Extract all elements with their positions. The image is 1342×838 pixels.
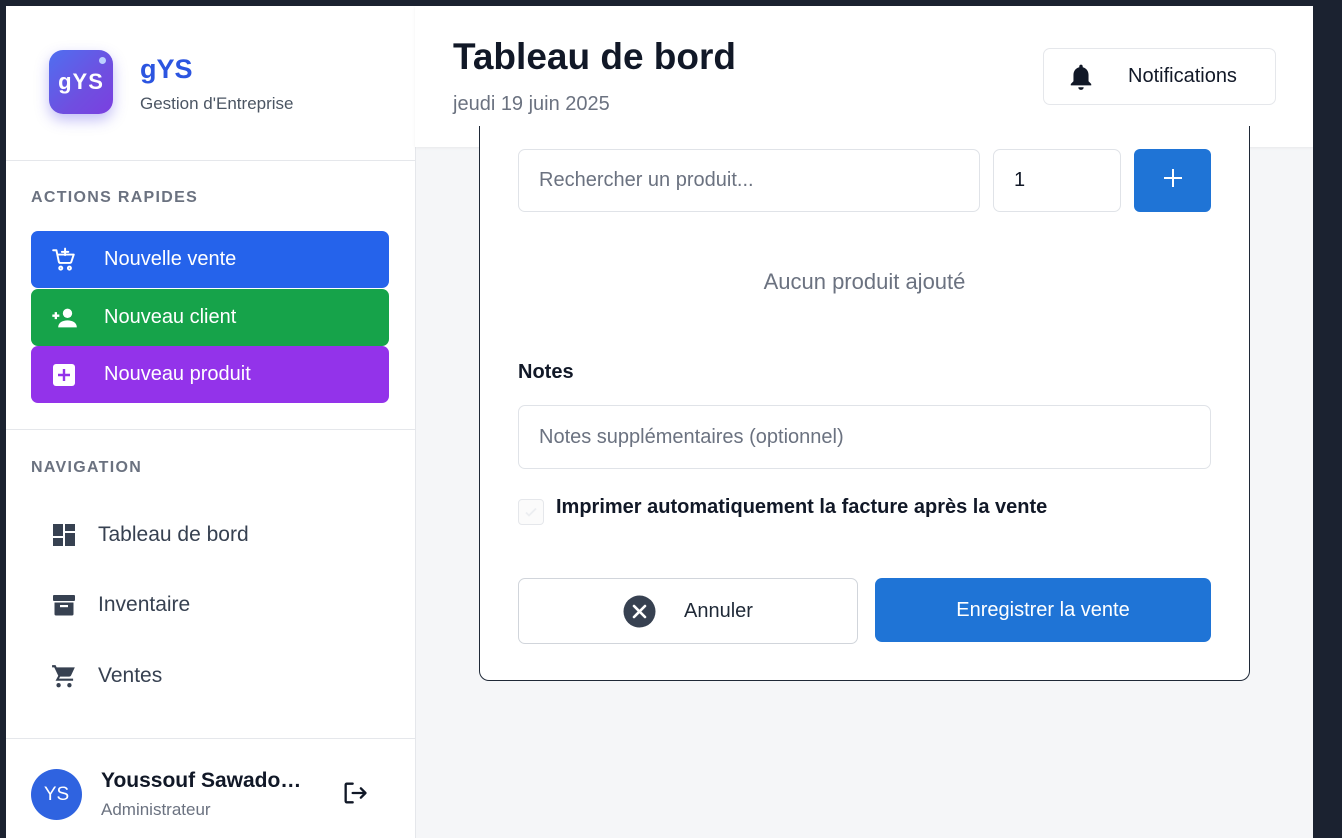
nav-item-inventory[interactable]: Inventaire xyxy=(51,585,190,625)
sidebar-divider xyxy=(6,429,415,430)
dashboard-icon xyxy=(51,522,77,548)
quantity-input[interactable]: 1 xyxy=(993,149,1121,212)
page-title: Tableau de bord xyxy=(453,36,737,77)
save-sale-button[interactable]: Enregistrer la vente xyxy=(875,578,1211,642)
product-search-input[interactable]: Rechercher un produit... xyxy=(518,149,980,212)
check-icon xyxy=(525,507,537,517)
navigation-title: NAVIGATION xyxy=(31,459,143,476)
quantity-value: 1 xyxy=(1014,169,1026,191)
user-role: Administrateur xyxy=(101,800,211,819)
brand-subtitle: Gestion d'Entreprise xyxy=(140,94,294,113)
plus-icon xyxy=(1162,167,1184,194)
nav-item-label: Tableau de bord xyxy=(98,523,249,546)
cancel-label: Annuler xyxy=(684,599,753,622)
sidebar: gYS gYS Gestion d'Entreprise ACTIONS RAP… xyxy=(6,6,416,838)
bell-icon xyxy=(1066,62,1096,92)
app-window: gYS gYS Gestion d'Entreprise ACTIONS RAP… xyxy=(6,6,1313,838)
new-client-label: Nouveau client xyxy=(104,306,237,328)
add-shopping-cart-icon xyxy=(49,245,79,275)
add-box-icon xyxy=(49,360,79,390)
new-product-button[interactable]: Nouveau produit xyxy=(31,346,389,403)
brand-name: gYS xyxy=(140,54,193,84)
auto-print-label: Imprimer automatiquement la facture aprè… xyxy=(556,496,1048,518)
avatar: YS xyxy=(31,769,82,820)
new-sale-button[interactable]: Nouvelle vente xyxy=(31,231,389,288)
quick-actions-title: ACTIONS RAPIDES xyxy=(31,189,199,206)
nav-item-label: Ventes xyxy=(98,664,163,687)
cart-icon xyxy=(51,663,77,689)
nav-item-dashboard[interactable]: Tableau de bord xyxy=(51,515,249,555)
add-product-button[interactable] xyxy=(1134,149,1211,212)
notes-placeholder: Notes supplémentaires (optionnel) xyxy=(539,425,844,448)
app-logo: gYS xyxy=(49,50,113,114)
user-name: Youssouf Sawado… xyxy=(101,769,302,792)
person-add-icon xyxy=(49,303,79,333)
logo-dot xyxy=(99,57,106,64)
save-label: Enregistrer la vente xyxy=(956,598,1130,621)
archive-icon xyxy=(51,592,77,618)
logout-icon[interactable] xyxy=(341,779,369,807)
notes-label: Notes xyxy=(518,361,574,383)
new-sale-label: Nouvelle vente xyxy=(104,248,237,270)
logo-text: gYS xyxy=(58,69,104,94)
search-placeholder: Rechercher un produit... xyxy=(539,169,754,191)
auto-print-checkbox[interactable] xyxy=(518,499,544,525)
user-panel: YS Youssouf Sawado… Administrateur xyxy=(6,738,415,838)
nav-item-sales[interactable]: Ventes xyxy=(51,656,162,696)
nav-item-label: Inventaire xyxy=(98,593,191,616)
new-product-label: Nouveau produit xyxy=(104,363,251,385)
cancel-button[interactable]: Annuler xyxy=(518,578,858,644)
notes-field[interactable]: Notes supplémentaires (optionnel) xyxy=(518,405,1211,469)
empty-products-message: Aucun produit ajouté xyxy=(763,269,966,294)
notifications-label: Notifications xyxy=(1128,65,1237,87)
brand-header: gYS gYS Gestion d'Entreprise xyxy=(6,6,415,161)
close-circle-icon xyxy=(623,595,656,628)
sale-form-card: Rechercher un produit... 1 Aucun produit… xyxy=(479,126,1250,681)
page-date: jeudi 19 juin 2025 xyxy=(453,93,610,115)
new-client-button[interactable]: Nouveau client xyxy=(31,289,389,346)
notifications-button[interactable]: Notifications xyxy=(1043,48,1276,105)
